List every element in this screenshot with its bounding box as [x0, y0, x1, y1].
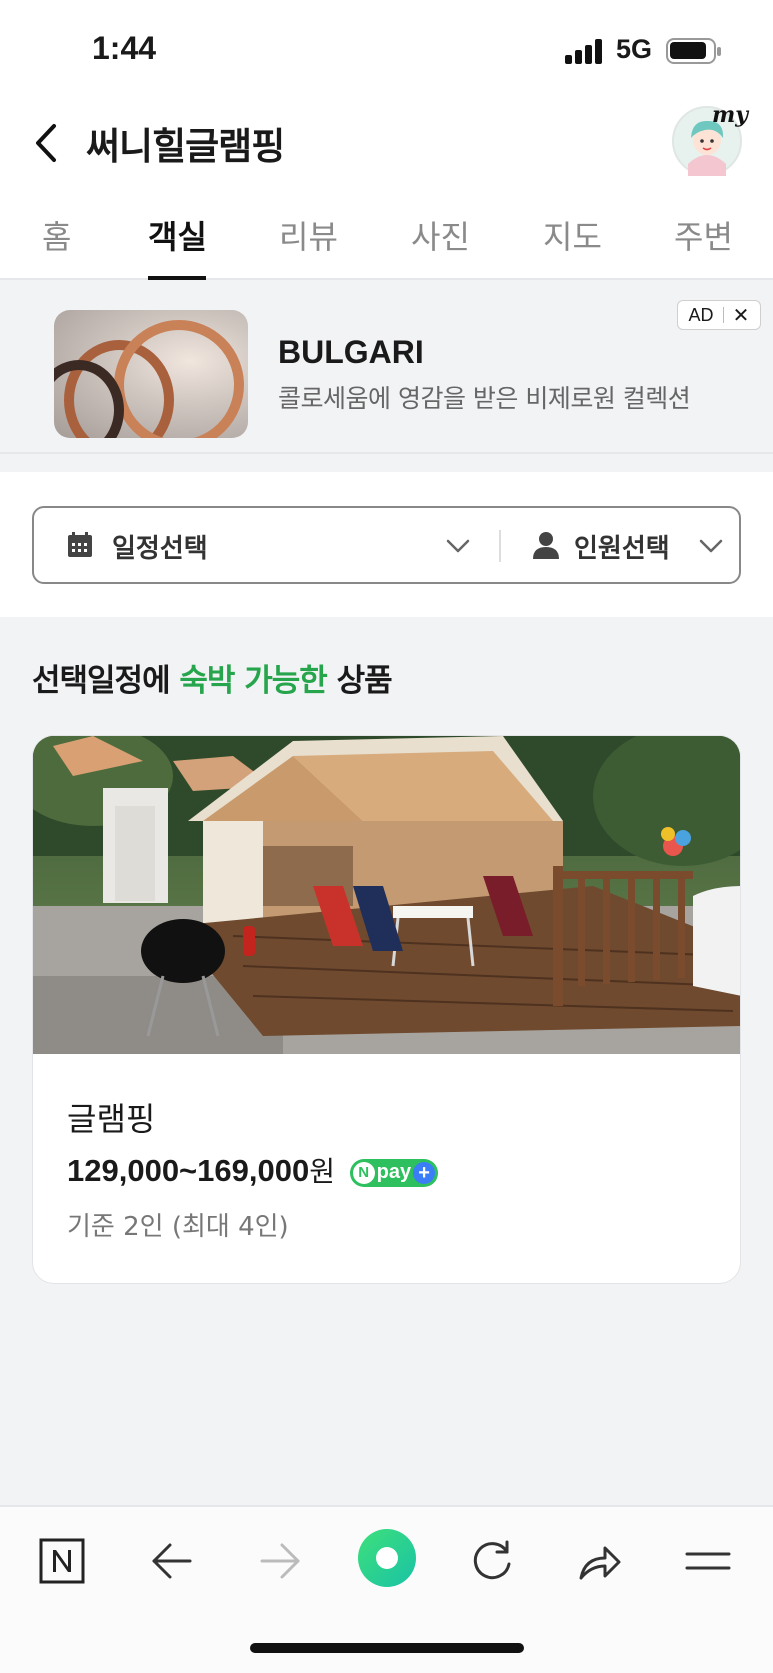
my-avatar-button[interactable]: my [672, 102, 748, 176]
section-heading-prefix: 선택일정에 [32, 663, 180, 699]
browser-forward-button[interactable] [252, 1533, 308, 1589]
naver-n-box-icon [39, 1538, 85, 1584]
ad-badge: AD ✕ [677, 300, 761, 330]
price-range: 129,000~169,000 [67, 1153, 310, 1188]
arrow-right-icon [260, 1543, 300, 1579]
tab-photos[interactable]: 사진 [411, 212, 470, 258]
ad-badge-divider [722, 307, 724, 323]
menu-button[interactable] [680, 1533, 736, 1589]
naver-n-icon: N [352, 1161, 375, 1184]
tab-nearby[interactable]: 주변 [674, 212, 733, 258]
tab-rooms[interactable]: 객실 [148, 212, 207, 258]
refresh-button[interactable] [464, 1533, 520, 1589]
glamping-tent-photo [33, 736, 740, 1054]
tab-reviews[interactable]: 리뷰 [279, 212, 338, 258]
active-tab-indicator [148, 276, 206, 280]
filter-section: 일정선택 인원선택 [0, 472, 773, 617]
price-currency: 원 [309, 1155, 335, 1188]
naver-home-button[interactable] [34, 1533, 90, 1589]
battery-icon [666, 38, 721, 64]
chevron-down-icon [446, 539, 470, 553]
room-card[interactable]: 글램핑 129,000~169,000원 N pay + 기준 2인 (최대 4… [32, 735, 741, 1284]
room-name: 글램핑 [67, 1100, 156, 1138]
room-capacity: 기준 2인 (최대 4인) [67, 1212, 289, 1242]
status-bar: 1:44 5G [0, 0, 773, 100]
room-photo [33, 736, 740, 1054]
ad-label: AD [688, 304, 714, 325]
date-select-label: 일정선택 [112, 534, 208, 564]
refresh-icon [473, 1540, 511, 1580]
home-indicator[interactable] [250, 1643, 524, 1653]
browser-toolbar [0, 1505, 773, 1673]
browser-back-button[interactable] [144, 1533, 200, 1589]
chevron-down-icon [699, 539, 723, 553]
section-heading-suffix: 상품 [326, 663, 393, 699]
filter-box: 일정선택 인원선택 [32, 506, 741, 584]
section-heading-highlight: 숙박 가능한 [179, 663, 327, 699]
npay-label: pay [376, 1161, 412, 1184]
calendar-icon [68, 532, 92, 557]
person-icon [533, 532, 559, 559]
share-button[interactable] [572, 1533, 628, 1589]
tab-bar: 홈 객실 리뷰 사진 지도 주변 [0, 198, 773, 280]
npay-badge: N pay + [349, 1158, 439, 1187]
arrow-left-icon [152, 1543, 192, 1579]
page-title: 써니힐글램핑 [86, 125, 285, 168]
green-dot-icon [358, 1529, 416, 1587]
ad-close-icon[interactable]: ✕ [733, 303, 750, 328]
app-header: 써니힐글램핑 my 홈 객실 리뷰 사진 지도 주변 [0, 100, 773, 280]
date-select-button[interactable]: 일정선택 [34, 508, 499, 582]
tab-home[interactable]: 홈 [42, 212, 71, 258]
status-time: 1:44 [92, 30, 157, 66]
people-select-button[interactable]: 인원선택 [501, 508, 739, 582]
ad-rings-image [54, 310, 248, 438]
plus-icon: + [413, 1161, 436, 1184]
green-dot-button[interactable] [356, 1527, 418, 1589]
chevron-left-icon [36, 124, 56, 162]
avatar-my-label: my [712, 102, 749, 128]
room-price: 129,000~169,000원 N pay + [67, 1150, 439, 1190]
section-heading: 선택일정에 숙박 가능한 상품 [32, 655, 393, 700]
back-button[interactable] [28, 118, 68, 168]
ad-banner[interactable]: BULGARI 콜로세움에 영감을 받은 비제로원 컬렉션 AD ✕ [0, 284, 773, 454]
ad-subtitle: 콜로세움에 영감을 받은 비제로원 컬렉션 [278, 384, 691, 413]
people-select-label: 인원선택 [574, 534, 670, 564]
tab-map[interactable]: 지도 [543, 212, 602, 258]
share-arrow-icon [579, 1546, 621, 1580]
ad-brand: BULGARI [278, 334, 424, 370]
network-label: 5G [616, 34, 653, 64]
hamburger-icon [685, 1552, 731, 1570]
signal-icon [565, 38, 605, 64]
